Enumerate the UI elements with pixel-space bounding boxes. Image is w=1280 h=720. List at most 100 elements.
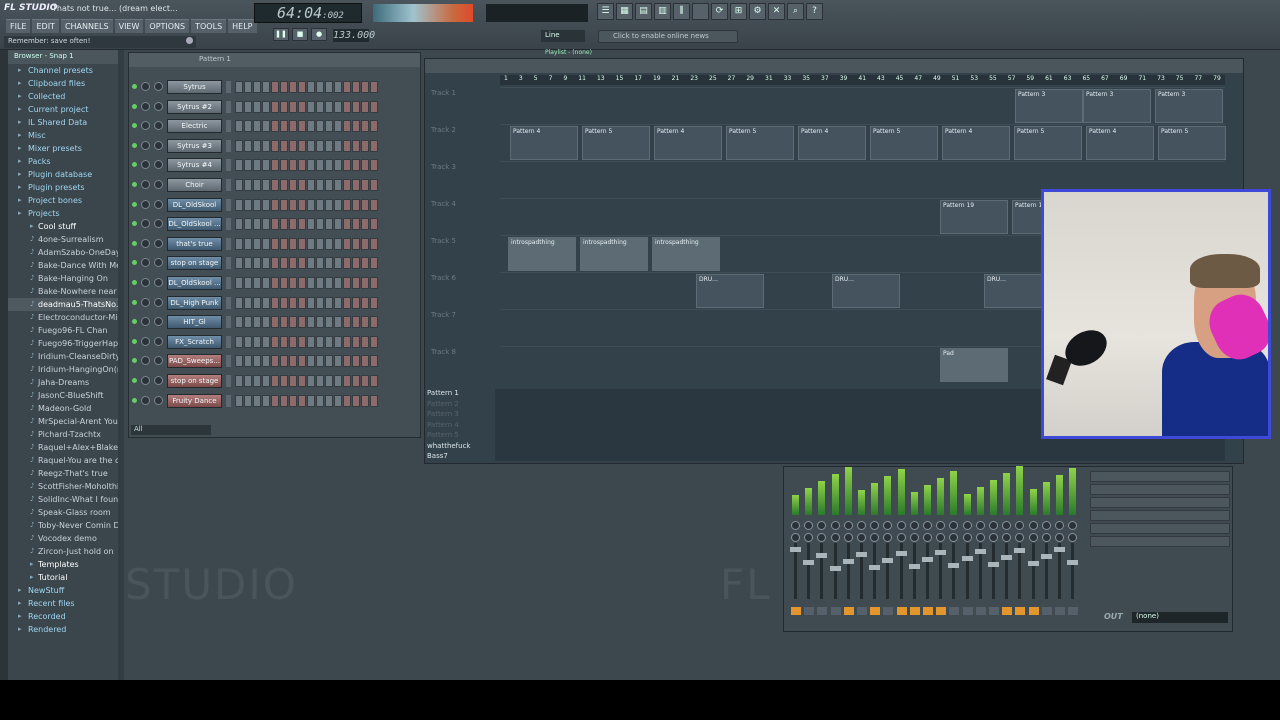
step-button[interactable]: [262, 394, 270, 407]
step-button[interactable]: [325, 257, 333, 270]
fx-slot[interactable]: [1090, 510, 1230, 521]
step-button[interactable]: [271, 335, 279, 348]
channel-select[interactable]: [226, 316, 231, 329]
step-button[interactable]: [244, 257, 252, 270]
step-button[interactable]: [370, 139, 378, 152]
step-button[interactable]: [325, 100, 333, 113]
step-button[interactable]: [334, 218, 342, 231]
step-button[interactable]: [271, 81, 279, 93]
browser-item[interactable]: ▸ Packs: [8, 155, 123, 168]
browser-item[interactable]: ▸ Plugin database: [8, 168, 123, 181]
step-button[interactable]: [352, 335, 360, 348]
browser-item[interactable]: ▸ IL Shared Data: [8, 116, 123, 129]
playlist-clip[interactable]: Pattern 19: [940, 200, 1008, 234]
step-button[interactable]: [361, 81, 369, 93]
channel-volume-knob[interactable]: [154, 82, 163, 91]
browser-item[interactable]: ♪ Electroconductor-Mid...: [8, 311, 123, 324]
browser-item[interactable]: ▸ Collected: [8, 90, 123, 103]
step-button[interactable]: [334, 277, 342, 289]
browser-item[interactable]: ▸ Tutorial: [8, 571, 123, 584]
step-button[interactable]: [244, 277, 252, 289]
step-button[interactable]: [334, 237, 342, 250]
pan-knob[interactable]: [923, 521, 932, 530]
pan-knob[interactable]: [989, 521, 998, 530]
step-button[interactable]: [235, 394, 243, 407]
step-button[interactable]: [334, 375, 342, 387]
stereo-knob[interactable]: [923, 533, 932, 542]
step-button[interactable]: [352, 218, 360, 231]
step-button[interactable]: [334, 198, 342, 211]
step-button[interactable]: [280, 277, 288, 289]
step-button[interactable]: [352, 100, 360, 113]
volume-fader[interactable]: [1044, 543, 1048, 599]
fx-slot[interactable]: [1090, 536, 1230, 547]
step-button[interactable]: [370, 159, 378, 172]
channel-volume-knob[interactable]: [154, 121, 163, 131]
step-button[interactable]: [289, 296, 297, 309]
step-button[interactable]: [235, 198, 243, 211]
step-button[interactable]: [262, 120, 270, 133]
step-button[interactable]: [298, 375, 306, 387]
menu-item-channels[interactable]: CHANNELS: [60, 19, 113, 33]
step-button[interactable]: [244, 198, 252, 211]
step-button[interactable]: [235, 277, 243, 289]
step-button[interactable]: [361, 237, 369, 250]
step-button[interactable]: [307, 355, 315, 368]
step-button[interactable]: [325, 316, 333, 329]
fader-cap[interactable]: [922, 557, 933, 562]
track-label[interactable]: Track 3: [427, 163, 497, 171]
browser-item[interactable]: ♪ Madeon-Gold: [8, 402, 123, 415]
step-button[interactable]: [289, 237, 297, 250]
step-button[interactable]: [289, 394, 297, 407]
step-button[interactable]: [253, 198, 261, 211]
step-button[interactable]: [361, 296, 369, 309]
step-button[interactable]: [307, 237, 315, 250]
playlist-ruler[interactable]: 1 3 5 7 9 11 13 15 17 19 21 23 25 27 29 31 33 35 37 39 41 43 4…: [500, 75, 1225, 85]
route-slot[interactable]: [1041, 607, 1052, 615]
step-button[interactable]: [244, 100, 252, 113]
step-button[interactable]: [343, 237, 351, 250]
step-button[interactable]: [325, 277, 333, 289]
mixer-icon[interactable]: ⫼: [673, 3, 690, 20]
channel-name-button[interactable]: Sytrus #4: [167, 158, 222, 173]
step-button[interactable]: [343, 316, 351, 329]
volume-fader[interactable]: [873, 543, 877, 599]
step-button[interactable]: [352, 179, 360, 191]
step-button[interactable]: [244, 316, 252, 329]
channel-select[interactable]: [226, 218, 231, 231]
step-button[interactable]: [280, 355, 288, 368]
step-button[interactable]: [298, 394, 306, 407]
route-slot[interactable]: [936, 607, 947, 615]
step-button[interactable]: [307, 179, 315, 191]
channel-volume-knob[interactable]: [154, 278, 163, 287]
fader-cap[interactable]: [948, 563, 960, 568]
step-button[interactable]: [352, 237, 360, 250]
step-button[interactable]: [244, 355, 252, 368]
channel-select[interactable]: [226, 277, 231, 289]
step-button[interactable]: [235, 179, 243, 191]
stereo-knob[interactable]: [804, 533, 814, 542]
rack-pattern-label[interactable]: Pattern 1: [129, 53, 420, 67]
stereo-knob[interactable]: [896, 533, 906, 542]
step-button[interactable]: [244, 81, 252, 93]
stereo-knob[interactable]: [936, 533, 946, 542]
route-slot[interactable]: [817, 607, 828, 615]
volume-fader[interactable]: [820, 543, 824, 599]
channel-select[interactable]: [226, 394, 231, 407]
channel-name-button[interactable]: DL_High Punk: [167, 295, 222, 310]
stereo-knob[interactable]: [791, 533, 800, 542]
fader-cap[interactable]: [1040, 554, 1052, 559]
track-lane[interactable]: Pattern 3 Pattern 3 Pattern 3: [500, 87, 1225, 123]
pattern-item[interactable]: Pattern 1: [427, 389, 497, 400]
channel-name-button[interactable]: DL_OldSkool ...: [167, 217, 222, 232]
channel-select[interactable]: [226, 375, 231, 387]
step-button[interactable]: [316, 100, 324, 113]
channel-pan-knob[interactable]: [141, 278, 150, 287]
step-button[interactable]: [280, 394, 288, 407]
fx-slot[interactable]: [1090, 523, 1230, 534]
fx-slot[interactable]: [1090, 471, 1230, 482]
route-slot[interactable]: [1055, 607, 1065, 615]
channel-pan-knob[interactable]: [141, 395, 150, 405]
volume-fader[interactable]: [886, 543, 890, 599]
channel-name-button[interactable]: DL_OldSkool: [167, 197, 222, 212]
